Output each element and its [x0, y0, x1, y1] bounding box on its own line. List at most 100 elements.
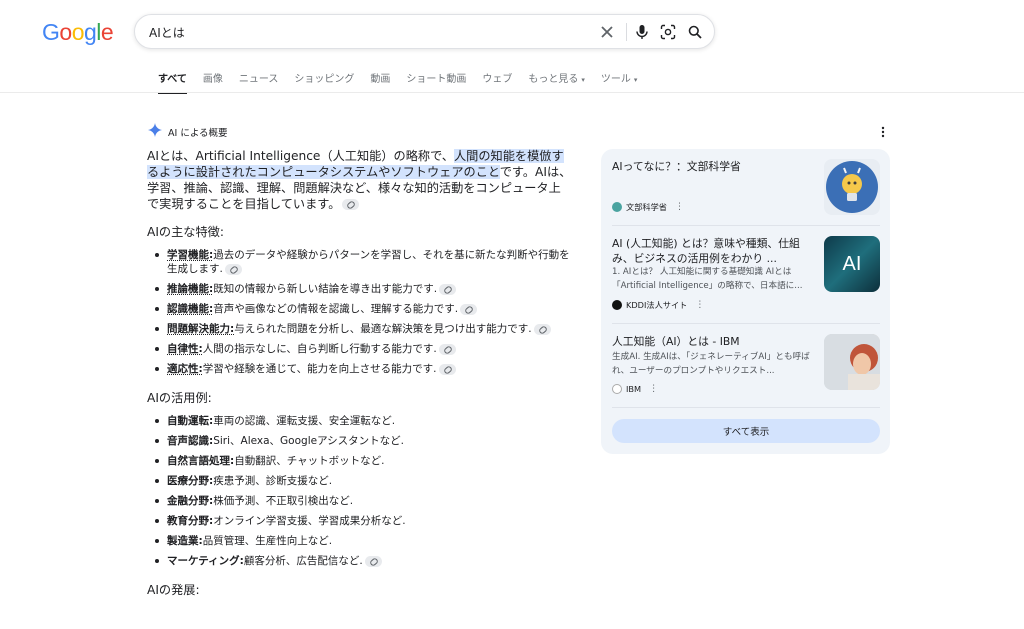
logo-letter: g [83, 19, 97, 45]
list-item: 医療分野:疾患予測、診断支援など. [147, 474, 572, 488]
uses-heading: AIの活用例: [147, 391, 212, 405]
list-item: マーケティング:顧客分析、広告配信など. [147, 554, 572, 568]
list-item: 適応性:学習や経験を通じて、能力を向上させる能力です. [147, 362, 572, 376]
tab-label: ツール [600, 74, 631, 85]
tab-item[interactable]: 画像 [203, 70, 223, 94]
ai-overview-header: AI による概要 [148, 123, 228, 140]
tab-label: ショッピング [294, 74, 355, 85]
features-heading: AIの主な特徴: [147, 225, 224, 239]
logo-letter: o [59, 19, 72, 45]
tab-item[interactable]: もっと見る ▾ [528, 70, 585, 94]
link-icon[interactable] [438, 363, 456, 375]
source-menu-icon[interactable]: ⋮ [695, 300, 704, 310]
development-heading: AIの発展: [147, 583, 200, 597]
item-description: 音声や画像などの情報を認識し、理解する能力です. [213, 303, 459, 315]
list-item: 推論機能:既知の情報から新しい結論を導き出す能力です. [147, 282, 572, 296]
clear-icon[interactable] [598, 23, 616, 41]
source-title[interactable]: AIってなに？：文部科学省 [612, 159, 812, 174]
source-title[interactable]: 人工知能（AI）とは - IBM [612, 334, 812, 349]
source-title[interactable]: AI (人工知能) とは？意味や種類、仕組み、ビジネスの活用例をわかり ... [612, 236, 812, 266]
tab-label: ニュース [238, 74, 279, 85]
source-card[interactable]: AIってなに？：文部科学省 文部科学省 ⋮ [612, 159, 880, 219]
chevron-down-icon: ▾ [581, 76, 585, 84]
source-site: KDDI法人サイト ⋮ [612, 299, 704, 311]
source-name: KDDI法人サイト [626, 300, 688, 310]
list-item: 金融分野:株価予測、不正取引検出など. [147, 494, 572, 508]
item-description: 人間の指示なしに、自ら判断し行動する能力です. [202, 343, 437, 355]
ai-overview-label: AI による概要 [168, 127, 228, 139]
item-term: 推論機能: [167, 283, 214, 295]
item-term: 自動運転: [167, 415, 214, 427]
ai-overview-intro: AIとは、Artificial Intelligence（人工知能）の略称で、人… [147, 148, 572, 212]
tab-item[interactable]: ショッピング [294, 70, 354, 94]
search-input[interactable]: AIとは [149, 24, 185, 41]
microphone-icon[interactable] [633, 23, 651, 41]
item-term: 自然言語処理: [167, 455, 235, 467]
link-icon[interactable] [438, 343, 456, 355]
source-thumbnail[interactable]: AI [824, 236, 880, 292]
source-thumbnail[interactable] [824, 334, 880, 390]
item-description: オンライン学習支援、学習成果分析など. [213, 515, 406, 527]
list-item: 自動運転:車両の認識、運転支援、安全運転など. [147, 414, 572, 428]
tab-label: ショート動画 [406, 74, 467, 85]
tab-item[interactable]: ショート動画 [406, 70, 466, 94]
tab-item[interactable]: ウェブ [482, 70, 512, 94]
tab-label: 動画 [370, 74, 391, 85]
card-divider [612, 407, 880, 408]
tab-item[interactable]: 動画 [370, 70, 390, 94]
item-description: 学習や経験を通じて、能力を向上させる能力です. [202, 363, 437, 375]
link-icon[interactable] [439, 283, 457, 295]
camera-lens-icon[interactable] [659, 23, 677, 41]
logo-letter: e [100, 19, 114, 45]
thumbnail-ai-text: AI [842, 252, 862, 275]
intro-text: AIとは、Artificial Intelligence（人工知能）の略称で、 [147, 149, 454, 163]
source-snippet: 生成AI. 生成AIは、「ジェネレーティブAI」とも呼ばれ、ユーザーのプロンプト… [612, 352, 810, 376]
tab-label: すべて [158, 74, 187, 85]
tab-item[interactable]: すべて [158, 70, 187, 94]
item-term: 医療分野: [167, 475, 214, 487]
search-divider [626, 23, 627, 41]
item-description: 与えられた問題を分析し、最適な解決策を見つけ出す能力です. [234, 323, 532, 335]
item-description: 既知の情報から新しい結論を導き出す能力です. [213, 283, 438, 295]
item-term: 音声認識: [167, 435, 214, 447]
item-description: 疾患予測、診断支援など. [213, 475, 333, 487]
uses-list: 自動運転:車両の認識、運転支援、安全運転など. 音声認識:Siri、Alexa、G… [147, 414, 572, 568]
link-icon[interactable] [224, 263, 242, 275]
features-list: 学習機能:過去のデータや経験からパターンを学習し、それを基に新たな判断や行動を生… [147, 248, 572, 376]
list-item: 音声認識:Siri、Alexa、Googleアシスタントなど. [147, 434, 572, 448]
tab-item[interactable]: ニュース [239, 70, 279, 94]
list-item: 製造業:品質管理、生産性向上など. [147, 534, 572, 548]
list-item: 自然言語処理:自動翻訳、チャットボットなど. [147, 454, 572, 468]
item-description: 顧客分析、広告配信など. [243, 555, 363, 567]
chevron-down-icon: ▾ [633, 76, 638, 84]
source-menu-icon[interactable]: ⋮ [675, 202, 684, 212]
tab-label: ウェブ [482, 74, 513, 85]
list-item: 学習機能:過去のデータや経験からパターンを学習し、それを基に新たな判断や行動を生… [147, 248, 572, 276]
item-term: マーケティング: [167, 555, 244, 567]
site-favicon-icon [612, 300, 622, 310]
search-tabs: すべて 画像 ニュース ショッピング 動画 ショート動画 ウェブ もっと見る ▾ ツール ▾ [158, 70, 653, 94]
search-icon[interactable] [686, 23, 704, 41]
item-description: Siri、Alexa、Googleアシスタントなど. [213, 435, 404, 447]
list-item: 問題解決能力:与えられた問題を分析し、最適な解決策を見つけ出す能力です. [147, 322, 572, 336]
show-all-button[interactable]: すべて表示 [612, 419, 880, 443]
card-divider [612, 225, 880, 226]
source-card[interactable]: 人工知能（AI）とは - IBM 生成AI. 生成AIは、「ジェネレーティブAI… [612, 334, 880, 404]
list-item: 認識機能:音声や画像などの情報を認識し、理解する能力です. [147, 302, 572, 316]
header-divider [0, 92, 1024, 93]
site-favicon-icon [612, 384, 622, 394]
source-menu-icon[interactable]: ⋮ [649, 384, 658, 394]
tab-item[interactable]: ツール ▾ [601, 70, 638, 94]
search-box[interactable]: AIとは [134, 14, 715, 49]
link-icon[interactable] [533, 323, 551, 335]
google-logo[interactable]: Google [42, 19, 114, 46]
source-card[interactable]: AI (人工知能) とは？意味や種類、仕組み、ビジネスの活用例をわかり ... … [612, 236, 880, 316]
item-term: 金融分野: [167, 495, 214, 507]
link-icon[interactable] [342, 199, 360, 210]
source-thumbnail[interactable] [824, 159, 880, 215]
link-icon[interactable] [460, 303, 478, 315]
item-term: 教育分野: [167, 515, 214, 527]
more-options-icon[interactable] [877, 124, 889, 138]
link-icon[interactable] [364, 555, 382, 567]
item-term: 認識機能: [167, 303, 214, 315]
